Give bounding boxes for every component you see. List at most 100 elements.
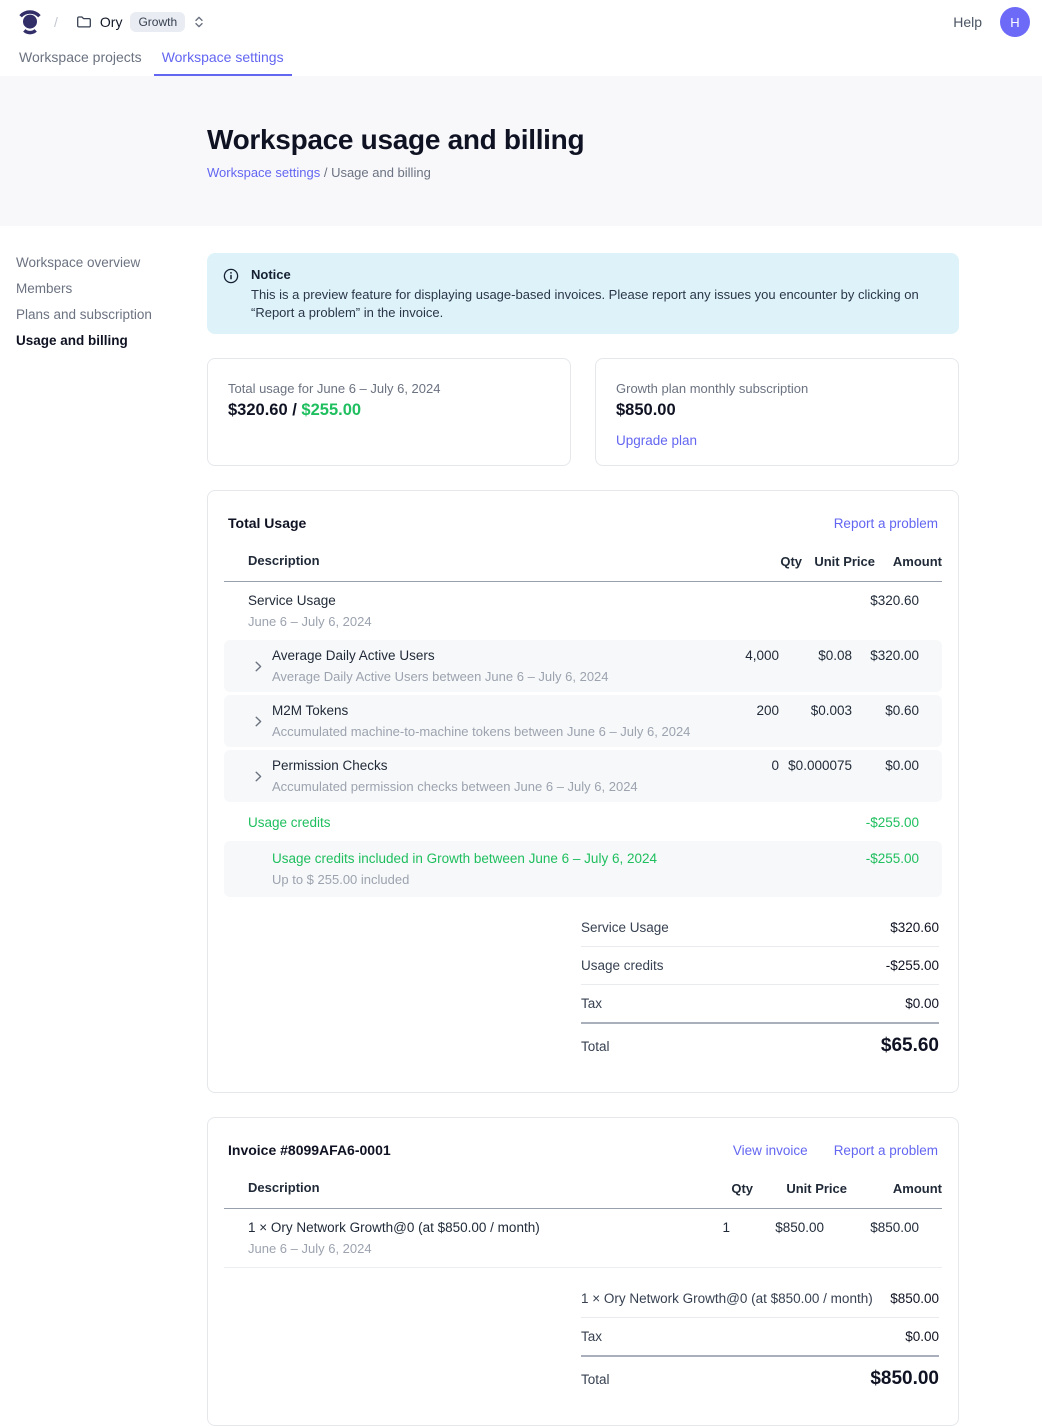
subscription-card: Growth plan monthly subscription $850.00… bbox=[595, 358, 959, 466]
sidebar-item-usage-and-billing[interactable]: Usage and billing bbox=[16, 333, 207, 349]
tab-workspace-projects[interactable]: Workspace projects bbox=[11, 49, 150, 76]
notice-banner: Notice This is a preview feature for dis… bbox=[207, 253, 959, 334]
total-usage-panel-title: Total Usage bbox=[228, 515, 306, 531]
column-description: Description bbox=[224, 1180, 693, 1198]
invoice-panel: Invoice #8099AFA6-0001 View invoice Repo… bbox=[207, 1117, 959, 1426]
breadcrumb-current: Usage and billing bbox=[331, 165, 431, 180]
row-unit-price: $0.000075 bbox=[779, 757, 852, 775]
help-link[interactable]: Help bbox=[953, 14, 982, 30]
row-amount: $850.00 bbox=[824, 1219, 919, 1237]
totals-row-usage-credits: Usage credits -$255.00 bbox=[581, 946, 939, 984]
breadcrumb: Workspace settings / Usage and billing bbox=[207, 165, 1042, 180]
table-row-permission-checks[interactable]: Permission Checks Accumulated permission… bbox=[224, 750, 942, 802]
breadcrumb-separator: / bbox=[54, 14, 58, 30]
totals-row-tax: Tax $0.00 bbox=[581, 984, 939, 1022]
row-title: Service Usage bbox=[248, 592, 709, 610]
page-title: Workspace usage and billing bbox=[207, 124, 1042, 156]
report-problem-link-usage[interactable]: Report a problem bbox=[834, 516, 938, 531]
row-description: Average Daily Active Users between June … bbox=[272, 668, 709, 685]
view-invoice-link[interactable]: View invoice bbox=[733, 1143, 808, 1158]
table-row-invoice-item: 1 × Ory Network Growth@0 (at $850.00 / m… bbox=[224, 1209, 942, 1268]
table-row-m2m-tokens[interactable]: M2M Tokens Accumulated machine-to-machin… bbox=[224, 695, 942, 747]
subscription-amount: $850.00 bbox=[616, 401, 938, 420]
row-description: Accumulated machine-to-machine tokens be… bbox=[272, 723, 709, 740]
workspace-name: Ory bbox=[100, 14, 123, 30]
usage-table-header: Description Qty Unit Price Amount bbox=[224, 553, 942, 582]
column-description: Description bbox=[224, 553, 732, 571]
row-qty: 4,000 bbox=[709, 647, 779, 665]
row-qty: 1 bbox=[670, 1219, 730, 1237]
row-qty: 0 bbox=[709, 757, 779, 775]
column-qty: Qty bbox=[732, 553, 802, 571]
chevron-right-icon[interactable] bbox=[255, 661, 262, 672]
row-period: June 6 – July 6, 2024 bbox=[248, 1240, 670, 1257]
plan-badge: Growth bbox=[130, 12, 185, 32]
invoice-title: Invoice #8099AFA6-0001 bbox=[228, 1142, 391, 1158]
row-unit-price: $0.003 bbox=[779, 702, 852, 720]
row-amount: -$255.00 bbox=[866, 850, 919, 868]
notice-text: Notice This is a preview feature for dis… bbox=[251, 266, 943, 321]
page-hero: Workspace usage and billing Workspace se… bbox=[0, 76, 1042, 226]
upgrade-plan-link[interactable]: Upgrade plan bbox=[616, 433, 697, 448]
row-period: June 6 – July 6, 2024 bbox=[248, 613, 709, 630]
usage-credit-amount: $255.00 bbox=[301, 401, 361, 419]
subscription-label: Growth plan monthly subscription bbox=[616, 381, 938, 396]
service-usage-description: Service Usage June 6 – July 6, 2024 bbox=[224, 592, 709, 630]
total-usage-panel: Total Usage Report a problem Description… bbox=[207, 490, 959, 1093]
top-bar-right: Help H bbox=[953, 7, 1030, 37]
workspace-switcher[interactable]: Ory Growth bbox=[76, 12, 205, 32]
report-problem-link-invoice[interactable]: Report a problem bbox=[834, 1143, 938, 1158]
breadcrumb-separator: / bbox=[324, 165, 331, 180]
row-amount: -$255.00 bbox=[866, 814, 919, 832]
table-row-usage-credits: Usage credits -$255.00 bbox=[224, 805, 942, 841]
row-title: M2M Tokens bbox=[272, 702, 709, 720]
notice-title: Notice bbox=[251, 266, 943, 283]
row-title: Permission Checks bbox=[272, 757, 709, 775]
totals-row-grand-total: Total $850.00 bbox=[581, 1355, 939, 1401]
totals-row-invoice-item: 1 × Ory Network Growth@0 (at $850.00 / m… bbox=[581, 1280, 939, 1317]
column-qty: Qty bbox=[693, 1180, 753, 1198]
row-title: Usage credits included in Growth between… bbox=[272, 850, 866, 868]
row-qty: 200 bbox=[709, 702, 779, 720]
totals-row-service-usage: Service Usage $320.60 bbox=[581, 909, 939, 946]
table-row-average-daily-active-users[interactable]: Average Daily Active Users Average Daily… bbox=[224, 640, 942, 692]
row-title: Average Daily Active Users bbox=[272, 647, 709, 665]
row-amount: $0.00 bbox=[852, 757, 919, 775]
usage-table: Description Qty Unit Price Amount Servic… bbox=[224, 553, 942, 897]
column-unit-price: Unit Price bbox=[802, 553, 875, 571]
settings-sidebar: Workspace overview Members Plans and sub… bbox=[0, 226, 207, 359]
top-bar: / Ory Growth Help H bbox=[0, 0, 1042, 44]
main-content: Notice This is a preview feature for dis… bbox=[207, 226, 959, 1426]
row-amount: $0.60 bbox=[852, 702, 919, 720]
row-unit-price: $850.00 bbox=[730, 1219, 824, 1237]
totals-row-grand-total: Total $65.60 bbox=[581, 1022, 939, 1068]
table-row-usage-credits-detail: Usage credits included in Growth between… bbox=[224, 841, 942, 897]
chevron-right-icon[interactable] bbox=[255, 771, 262, 782]
avatar[interactable]: H bbox=[1000, 7, 1030, 37]
column-unit-price: Unit Price bbox=[753, 1180, 847, 1198]
totals-row-tax: Tax $0.00 bbox=[581, 1317, 939, 1355]
row-note: Up to $ 255.00 included bbox=[272, 871, 866, 888]
top-bar-left: / Ory Growth bbox=[16, 8, 205, 36]
invoice-table-header: Description Qty Unit Price Amount bbox=[224, 1180, 942, 1209]
ory-logo-icon[interactable] bbox=[16, 8, 44, 36]
invoice-table: Description Qty Unit Price Amount 1 × Or… bbox=[224, 1180, 942, 1268]
tab-workspace-settings[interactable]: Workspace settings bbox=[154, 49, 292, 76]
table-row-service-usage: Service Usage June 6 – July 6, 2024 $320… bbox=[224, 582, 942, 640]
row-description: Accumulated permission checks between Ju… bbox=[272, 778, 709, 795]
total-usage-panel-header: Total Usage Report a problem bbox=[208, 503, 958, 531]
sidebar-item-plans-and-subscription[interactable]: Plans and subscription bbox=[16, 307, 207, 323]
tab-bar: Workspace projects Workspace settings bbox=[0, 44, 1042, 76]
row-unit-price: $0.08 bbox=[779, 647, 852, 665]
breadcrumb-workspace-settings-link[interactable]: Workspace settings bbox=[207, 165, 320, 180]
column-amount: Amount bbox=[847, 1180, 942, 1198]
chevron-right-icon[interactable] bbox=[255, 716, 262, 727]
total-usage-card: Total usage for June 6 – July 6, 2024 $3… bbox=[207, 358, 571, 466]
invoice-totals: 1 × Ory Network Growth@0 (at $850.00 / m… bbox=[581, 1280, 939, 1401]
row-amount: $320.00 bbox=[852, 647, 919, 665]
row-title: 1 × Ory Network Growth@0 (at $850.00 / m… bbox=[248, 1219, 670, 1237]
sidebar-item-workspace-overview[interactable]: Workspace overview bbox=[16, 255, 207, 271]
usage-amount: $320.60 bbox=[228, 401, 288, 419]
sidebar-item-members[interactable]: Members bbox=[16, 281, 207, 297]
row-amount: $320.60 bbox=[852, 592, 919, 610]
